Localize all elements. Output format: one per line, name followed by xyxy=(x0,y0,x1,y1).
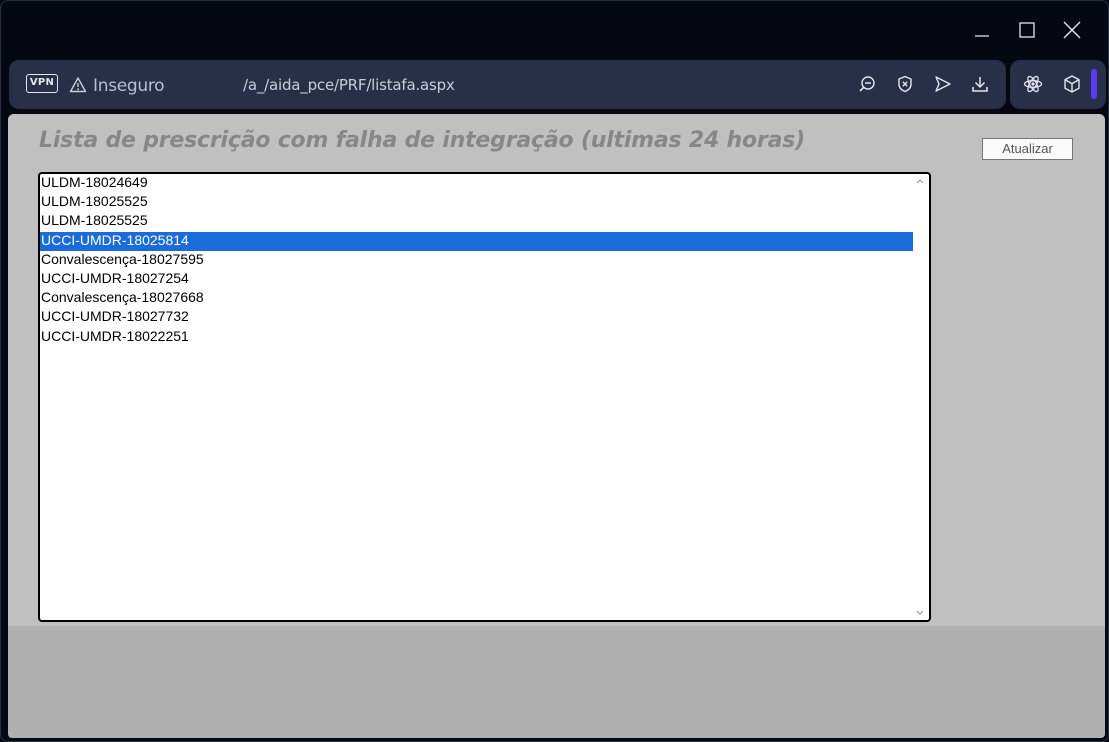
chevron-down-icon xyxy=(916,610,924,615)
send-button[interactable] xyxy=(933,74,953,94)
react-extension-button[interactable] xyxy=(1023,74,1043,94)
maximize-button[interactable] xyxy=(1004,15,1049,45)
list-item[interactable]: UCCI-UMDR-18027254 xyxy=(40,270,913,289)
send-icon xyxy=(935,76,951,92)
chevron-up-icon xyxy=(916,179,924,184)
page-title: Lista de prescrição com falha de integra… xyxy=(39,128,805,153)
url-field[interactable]: /a_/aida_pce/PRF/listafa.aspx xyxy=(243,76,455,94)
zoom-out-icon xyxy=(859,76,875,92)
list-item[interactable]: ULDM-18025525 xyxy=(40,193,913,212)
list-items: ULDM-18024649 ULDM-18025525 ULDM-18025525 U… xyxy=(40,174,913,347)
address-bar[interactable]: VPN Inseguro /a_/aida_pce/PRF/listafa.as… xyxy=(9,60,1006,109)
list-item[interactable]: UCCI-UMDR-18022251 xyxy=(40,328,913,347)
form-area: Lista de prescrição com falha de integra… xyxy=(8,114,1105,626)
list-item[interactable]: Convalescença-18027595 xyxy=(40,251,913,270)
minimize-button[interactable] xyxy=(959,15,1004,45)
refresh-button[interactable]: Atualizar xyxy=(982,138,1073,160)
download-button[interactable] xyxy=(970,74,990,94)
scroll-up-button[interactable] xyxy=(914,176,926,186)
warning-icon[interactable] xyxy=(69,76,87,94)
maximize-icon xyxy=(1018,22,1035,38)
tracker-block-button[interactable] xyxy=(895,74,915,94)
sidebar-accent-indicator[interactable] xyxy=(1091,69,1097,99)
scroll-down-button[interactable] xyxy=(914,608,926,618)
list-item[interactable]: UCCI-UMDR-18025814 xyxy=(40,231,913,251)
minimize-icon xyxy=(974,35,989,37)
prescription-listbox[interactable]: ULDM-18024649 ULDM-18025525 ULDM-18025525 U… xyxy=(38,172,931,622)
vpn-badge[interactable]: VPN xyxy=(26,74,58,93)
list-item[interactable]: ULDM-18024649 xyxy=(40,174,913,193)
extensions-bar xyxy=(1010,60,1106,109)
shield-x-icon xyxy=(898,75,912,93)
list-item[interactable]: UCCI-UMDR-18027732 xyxy=(40,308,913,327)
react-icon xyxy=(1023,75,1043,93)
page-content: Lista de prescrição com falha de integra… xyxy=(8,114,1105,738)
browser-window: VPN Inseguro /a_/aida_pce/PRF/listafa.as… xyxy=(0,0,1109,742)
close-button[interactable] xyxy=(1049,15,1094,45)
window-controls xyxy=(959,15,1094,45)
cube-icon xyxy=(1064,75,1080,93)
list-item[interactable]: ULDM-18025525 xyxy=(40,212,913,231)
cube-extension-button[interactable] xyxy=(1062,74,1082,94)
zoom-out-button[interactable] xyxy=(857,74,877,94)
download-icon xyxy=(972,77,988,92)
list-item[interactable]: Convalescença-18027668 xyxy=(40,289,913,308)
close-icon xyxy=(1063,21,1080,39)
security-status-label[interactable]: Inseguro xyxy=(93,76,165,96)
